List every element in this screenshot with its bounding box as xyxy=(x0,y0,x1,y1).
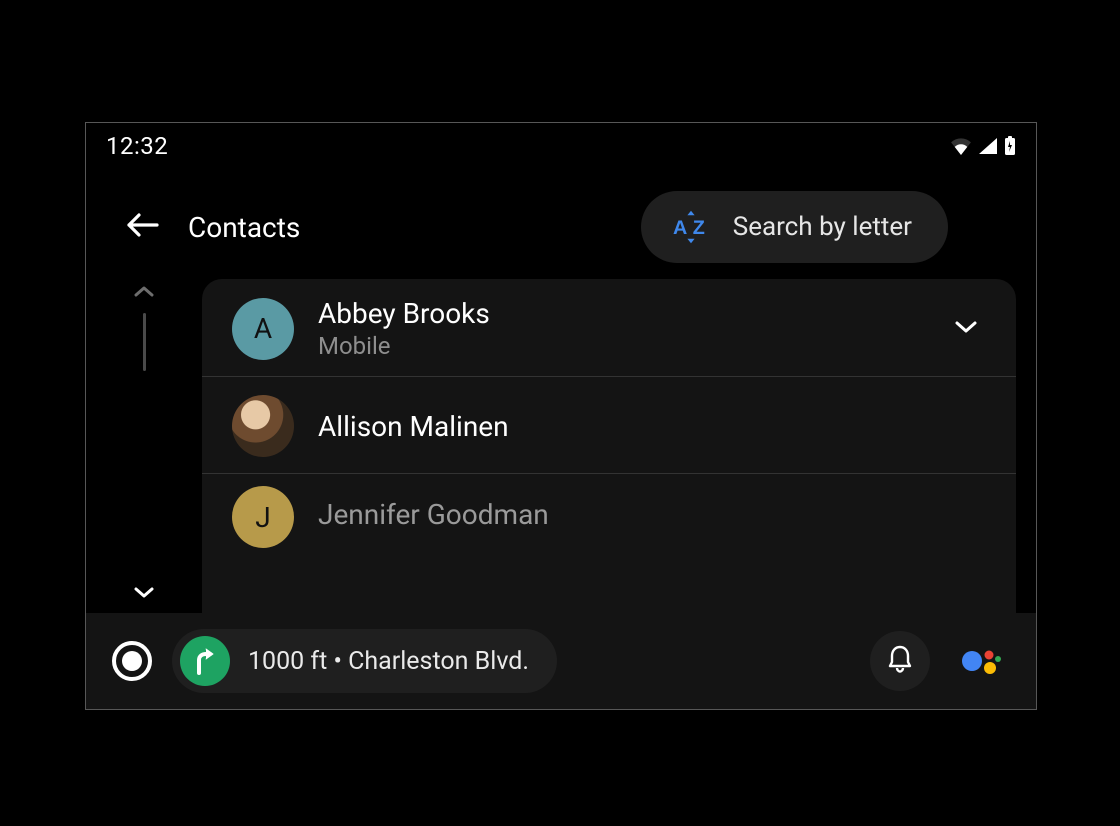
status-bar: 12:32 xyxy=(86,123,1036,161)
bottom-bar: 1000 ft • Charleston Blvd. xyxy=(86,613,1036,709)
notifications-button[interactable] xyxy=(870,631,930,691)
search-by-letter-button[interactable]: A Z Search by letter xyxy=(641,191,948,263)
back-button[interactable] xyxy=(122,207,162,247)
az-sort-icon: A Z xyxy=(669,209,713,245)
turn-right-icon xyxy=(180,636,230,686)
navigation-pill[interactable]: 1000 ft • Charleston Blvd. xyxy=(172,629,557,693)
page-title: Contacts xyxy=(188,211,300,244)
avatar: A xyxy=(232,298,294,360)
status-icons xyxy=(950,136,1016,156)
scroll-rail xyxy=(86,279,202,619)
app-launcher-button[interactable] xyxy=(112,641,152,681)
avatar: J xyxy=(232,486,294,548)
contact-name: Abbey Brooks xyxy=(318,297,928,330)
status-time: 12:32 xyxy=(106,132,168,160)
contact-row[interactable]: Allison Malinen xyxy=(202,377,1016,474)
contact-name: Allison Malinen xyxy=(318,410,980,443)
scroll-track xyxy=(143,313,146,371)
contact-row[interactable]: A Abbey Brooks Mobile xyxy=(202,279,1016,377)
wifi-icon xyxy=(950,137,972,155)
cellular-signal-icon xyxy=(978,137,998,155)
back-arrow-icon xyxy=(125,211,159,243)
svg-text:Z: Z xyxy=(693,217,705,239)
expand-icon[interactable] xyxy=(952,318,980,340)
contacts-list: A Abbey Brooks Mobile Allison Malinen J xyxy=(202,279,1016,619)
header: Contacts A Z Search by letter xyxy=(86,161,1036,279)
navigation-text: 1000 ft • Charleston Blvd. xyxy=(248,647,529,676)
assistant-button[interactable] xyxy=(958,639,1002,683)
chevron-down-icon xyxy=(132,586,156,605)
contact-subtitle: Mobile xyxy=(318,332,928,360)
battery-charging-icon xyxy=(1004,136,1016,156)
scroll-up-button[interactable] xyxy=(132,283,156,371)
scroll-down-button[interactable] xyxy=(132,585,156,605)
chevron-up-icon xyxy=(132,283,156,303)
svg-text:A: A xyxy=(673,217,687,239)
assistant-icon xyxy=(958,668,1002,687)
bell-icon xyxy=(887,644,913,678)
contact-name: Jennifer Goodman xyxy=(318,498,980,531)
search-by-letter-label: Search by letter xyxy=(733,212,912,242)
contact-row[interactable]: J Jennifer Goodman xyxy=(202,474,1016,522)
avatar xyxy=(232,395,294,457)
